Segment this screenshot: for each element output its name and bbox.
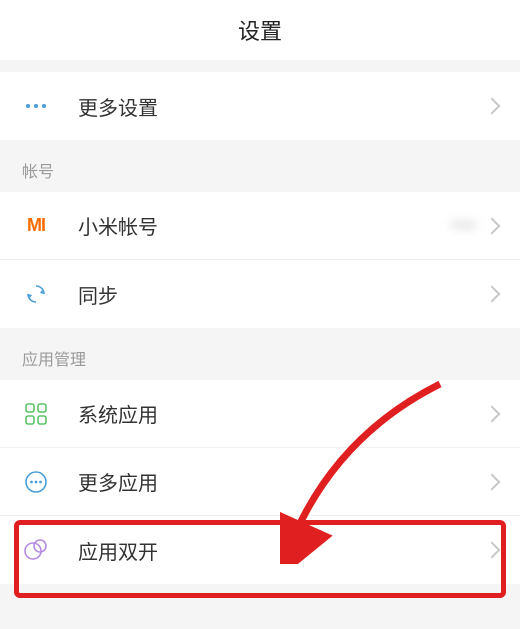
page-title: 设置 (0, 0, 520, 60)
row-label: 小米帐号 (78, 211, 451, 240)
more-icon (22, 92, 50, 120)
section-title-accounts: 帐号 (0, 140, 520, 192)
chevron-right-icon (484, 473, 501, 490)
row-system-apps[interactable]: 系统应用 (0, 380, 520, 448)
dual-apps-icon (22, 536, 50, 564)
title-text: 设置 (238, 14, 282, 46)
row-label: 系统应用 (78, 399, 486, 428)
account-value: •••• (451, 215, 476, 236)
chevron-right-icon (484, 405, 501, 422)
apps-grid-icon (22, 400, 50, 428)
chevron-right-icon (484, 217, 501, 234)
row-more-settings[interactable]: 更多设置 (0, 72, 520, 140)
row-dual-apps[interactable]: 应用双开 (0, 516, 520, 584)
more-apps-icon (22, 468, 50, 496)
section-title-apps: 应用管理 (0, 328, 520, 380)
row-sync[interactable]: 同步 (0, 260, 520, 328)
row-label: 同步 (78, 280, 486, 309)
row-label: 应用双开 (78, 536, 486, 565)
chevron-right-icon (484, 98, 501, 115)
row-label: 更多设置 (78, 92, 486, 121)
row-label: 更多应用 (78, 467, 486, 496)
row-more-apps[interactable]: 更多应用 (0, 448, 520, 516)
chevron-right-icon (484, 542, 501, 559)
row-xiaomi-account[interactable]: MI 小米帐号 •••• (0, 192, 520, 260)
sync-icon (22, 280, 50, 308)
mi-logo-icon: MI (22, 212, 50, 240)
chevron-right-icon (484, 286, 501, 303)
